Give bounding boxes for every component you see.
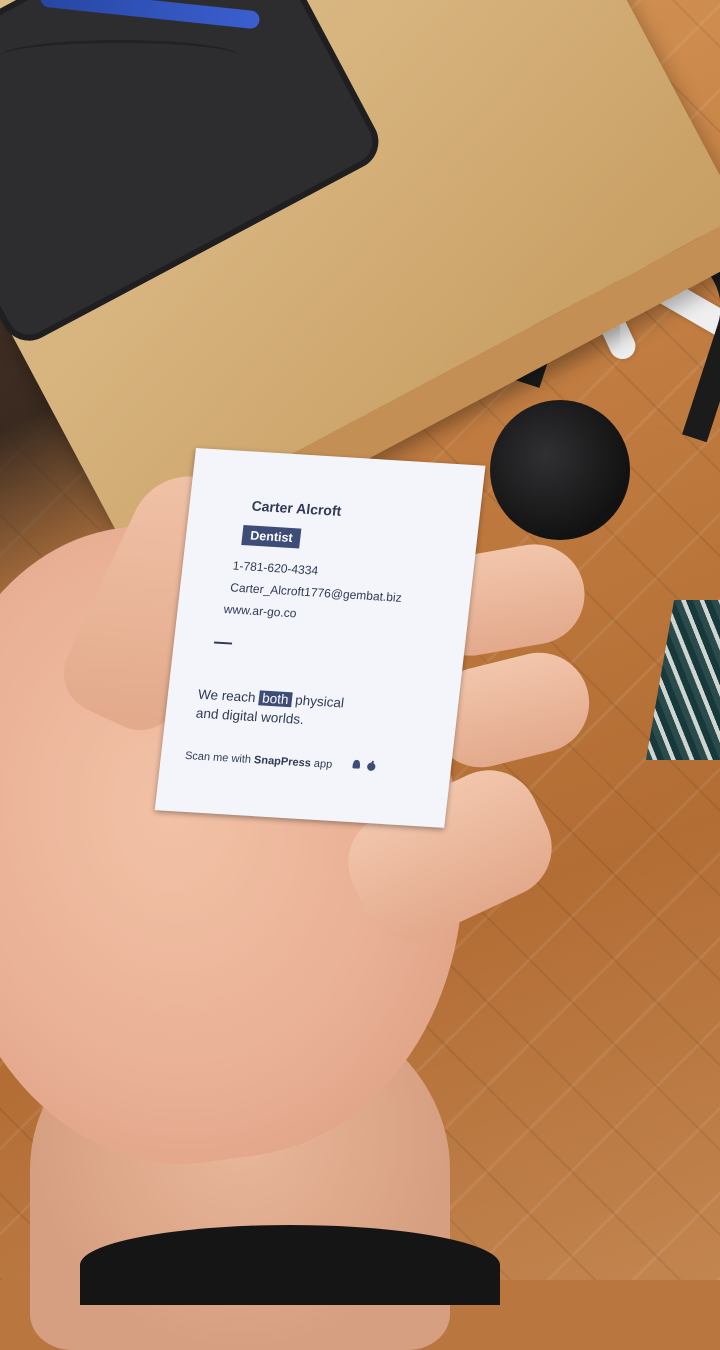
card-title-badge: Dentist [241,525,302,549]
card-phone: 1-781-620-4334 [232,558,319,578]
card-scan-text: Scan me with SnapPress app [184,750,332,771]
shorts [80,1225,500,1305]
card-name: Carter Alcroft [250,497,343,519]
tagline-highlight: both [258,690,293,708]
store-icons [350,759,377,774]
card-divider [213,641,233,645]
card-tagline: We reach both physical and digital world… [195,685,345,732]
cable [0,40,240,73]
apple-icon [364,760,376,775]
android-icon [350,759,366,774]
tagline-line2: and digital worlds. [195,705,305,728]
headphones-earcup [490,400,630,540]
scan-app: SnapPress [253,754,312,770]
tagline-post: physical [294,692,345,711]
business-card[interactable]: Carter Alcroft Dentist 1-781-620-4334 Ca… [154,448,486,828]
tagline-pre: We reach [197,686,257,706]
card-email: Carter_Alcroft1776@gembat.biz [229,580,403,605]
scan-post: app [313,757,333,771]
scan-pre: Scan me with [184,749,252,766]
card-website: www.ar-go.co [223,602,298,621]
